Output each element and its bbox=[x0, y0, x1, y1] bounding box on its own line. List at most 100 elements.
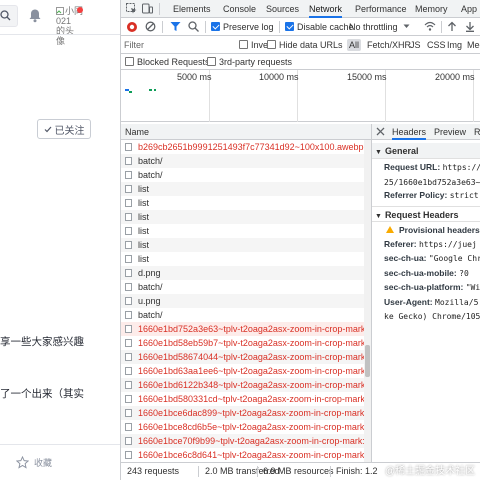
hide-data-urls-checkbox[interactable]: Hide data URLs bbox=[267, 39, 343, 51]
tab-console[interactable]: Console bbox=[223, 0, 256, 18]
name-column-header[interactable]: Name bbox=[121, 124, 371, 140]
request-row[interactable]: batch/ bbox=[121, 280, 364, 294]
request-row[interactable]: u.png bbox=[121, 294, 364, 308]
filter-type-img[interactable]: Img bbox=[447, 39, 462, 51]
header-divider bbox=[0, 34, 120, 35]
request-details-panel: Headers Preview R ▼ General Request URL: … bbox=[371, 124, 480, 462]
disable-cache-checkbox[interactable]: Disable cache bbox=[285, 21, 354, 33]
request-name: list bbox=[138, 240, 149, 250]
tab-preview[interactable]: Preview bbox=[434, 124, 466, 140]
tab-network[interactable]: Network bbox=[309, 0, 343, 18]
third-party-checkbox[interactable]: 3rd-party requests bbox=[207, 56, 292, 68]
collect-button[interactable]: 收藏 bbox=[16, 456, 52, 469]
close-icon[interactable] bbox=[376, 127, 385, 138]
throttling-select[interactable]: No throttling bbox=[349, 21, 410, 33]
request-row[interactable]: 1660e1bd6122b348~tplv-t2oaga2asx-zoom-in… bbox=[121, 378, 364, 392]
request-row[interactable]: 1660e1bd752a3e63~tplv-t2oaga2asx-zoom-in… bbox=[121, 322, 364, 336]
file-icon bbox=[125, 283, 132, 291]
filter-input[interactable] bbox=[124, 38, 234, 52]
preserve-log-checkbox[interactable]: Preserve log bbox=[211, 21, 274, 33]
sec-ch-ua-key: sec-ch-ua: bbox=[384, 253, 427, 263]
overview-tick-label: 10000 ms bbox=[259, 72, 299, 82]
filter-type-all[interactable]: All bbox=[347, 39, 362, 51]
user-avatar[interactable]: 小同 021 的头 像 bbox=[56, 6, 86, 46]
network-conditions-icon[interactable] bbox=[424, 21, 436, 33]
scrollbar-thumb[interactable] bbox=[365, 345, 370, 377]
tab-response[interactable]: R bbox=[474, 124, 480, 140]
search-icon[interactable] bbox=[188, 21, 199, 33]
blocked-requests-checkbox[interactable]: Blocked Requests bbox=[125, 56, 210, 68]
request-row[interactable]: list bbox=[121, 182, 364, 196]
import-har-icon[interactable] bbox=[447, 21, 457, 33]
toolbar-separator bbox=[279, 21, 280, 33]
notification-bell-icon[interactable] bbox=[28, 8, 42, 25]
filter-type-js[interactable]: JS bbox=[410, 39, 421, 51]
sec-ch-ua-platform-value: "Wi bbox=[465, 283, 480, 292]
collect-label: 收藏 bbox=[34, 458, 53, 468]
filter-type-fetch-xhr[interactable]: Fetch/XHR bbox=[367, 39, 411, 51]
network-overview[interactable]: 5000 ms 10000 ms 15000 ms 20000 ms bbox=[121, 70, 480, 122]
warning-icon bbox=[386, 226, 394, 233]
request-headers-section-header[interactable]: ▼ Request Headers bbox=[372, 206, 480, 222]
request-name: 1660e1bce70f9b99~tplv-t2oaga2asx-zoom-in… bbox=[138, 436, 364, 446]
request-row[interactable]: batch/ bbox=[121, 168, 364, 182]
request-url-continued: 25/1660e1bd752a3e63~t bbox=[384, 177, 480, 188]
request-name: 1660e1bd63aa1ee6~tplv-t2oaga2asx-zoom-in… bbox=[138, 366, 364, 376]
tab-sources[interactable]: Sources bbox=[266, 0, 299, 18]
footer-divider bbox=[0, 444, 120, 445]
followed-button[interactable]: 已关注 bbox=[37, 119, 91, 139]
clear-icon[interactable] bbox=[145, 21, 156, 33]
overview-request-bar bbox=[129, 91, 132, 93]
request-row[interactable]: 1660e1bce8cd6b5e~tplv-t2oaga2asx-zoom-in… bbox=[121, 420, 364, 434]
request-row[interactable]: batch/ bbox=[121, 154, 364, 168]
general-section-header[interactable]: ▼ General bbox=[372, 143, 480, 159]
filter-type-css[interactable]: CSS bbox=[427, 39, 446, 51]
tab-application[interactable]: App bbox=[461, 0, 477, 18]
device-toolbar-icon[interactable] bbox=[142, 3, 153, 16]
request-row[interactable]: 1660e1bd58674044~tplv-t2oaga2asx-zoom-in… bbox=[121, 350, 364, 364]
checkbox-checked-icon bbox=[211, 22, 220, 31]
referer-key: Referer: bbox=[384, 239, 417, 249]
blocked-requests-label: Blocked Requests bbox=[137, 57, 210, 67]
request-row[interactable]: 1660e1bce6dac899~tplv-t2oaga2asx-zoom-in… bbox=[121, 406, 364, 420]
request-name: 1660e1bd6122b348~tplv-t2oaga2asx-zoom-in… bbox=[138, 380, 364, 390]
request-row[interactable]: batch/ bbox=[121, 308, 364, 322]
checkbox-unchecked-icon bbox=[207, 57, 216, 66]
file-icon bbox=[125, 199, 132, 207]
request-row[interactable]: list bbox=[121, 238, 364, 252]
search-icon[interactable] bbox=[0, 5, 18, 27]
tab-elements[interactable]: Elements bbox=[173, 0, 211, 18]
request-name: 1660e1bd752a3e63~tplv-t2oaga2asx-zoom-in… bbox=[138, 324, 364, 334]
request-row[interactable]: list bbox=[121, 210, 364, 224]
request-row[interactable]: list bbox=[121, 252, 364, 266]
disable-cache-label: Disable cache bbox=[297, 22, 354, 32]
tab-headers[interactable]: Headers bbox=[392, 124, 427, 140]
request-row[interactable]: 1660e1bce6c8d641~tplv-t2oaga2asx-zoom-in… bbox=[121, 448, 364, 462]
request-row[interactable]: list bbox=[121, 196, 364, 210]
inspect-element-icon[interactable] bbox=[126, 3, 137, 16]
request-row[interactable]: 1660e1bd63aa1ee6~tplv-t2oaga2asx-zoom-in… bbox=[121, 364, 364, 378]
request-row[interactable]: 1660e1bce70f9b99~tplv-t2oaga2asx-zoom-in… bbox=[121, 434, 364, 448]
file-icon bbox=[125, 381, 132, 389]
request-row[interactable]: d.png bbox=[121, 266, 364, 280]
sec-ch-ua-mobile-value: ?0 bbox=[459, 269, 469, 278]
request-row[interactable]: list bbox=[121, 224, 364, 238]
file-icon bbox=[125, 409, 132, 417]
export-har-icon[interactable] bbox=[465, 21, 475, 33]
request-row[interactable]: 1660e1bd58eb59b7~tplv-t2oaga2asx-zoom-in… bbox=[121, 336, 364, 350]
checkbox-checked-icon bbox=[285, 22, 294, 31]
filter-type-media[interactable]: Med bbox=[467, 39, 480, 51]
file-icon bbox=[125, 157, 132, 165]
referrer-policy-value: strict- bbox=[449, 191, 480, 200]
throttling-value: No throttling bbox=[349, 22, 398, 32]
finish-time: Finish: 1.2 bbox=[336, 466, 378, 476]
request-row[interactable]: b269cb2651b9991251493f7c77341d92~100x100… bbox=[121, 140, 364, 154]
record-icon[interactable] bbox=[126, 21, 138, 33]
tab-memory[interactable]: Memory bbox=[415, 0, 448, 18]
tab-performance[interactable]: Performance bbox=[355, 0, 407, 18]
request-list-scrollbar[interactable] bbox=[364, 140, 371, 462]
filter-icon[interactable] bbox=[170, 21, 181, 33]
broken-image-icon bbox=[56, 7, 64, 15]
request-row[interactable]: 1660e1bd580331cd~tplv-t2oaga2asx-zoom-in… bbox=[121, 392, 364, 406]
request-list: b269cb2651b9991251493f7c77341d92~100x100… bbox=[121, 140, 364, 462]
